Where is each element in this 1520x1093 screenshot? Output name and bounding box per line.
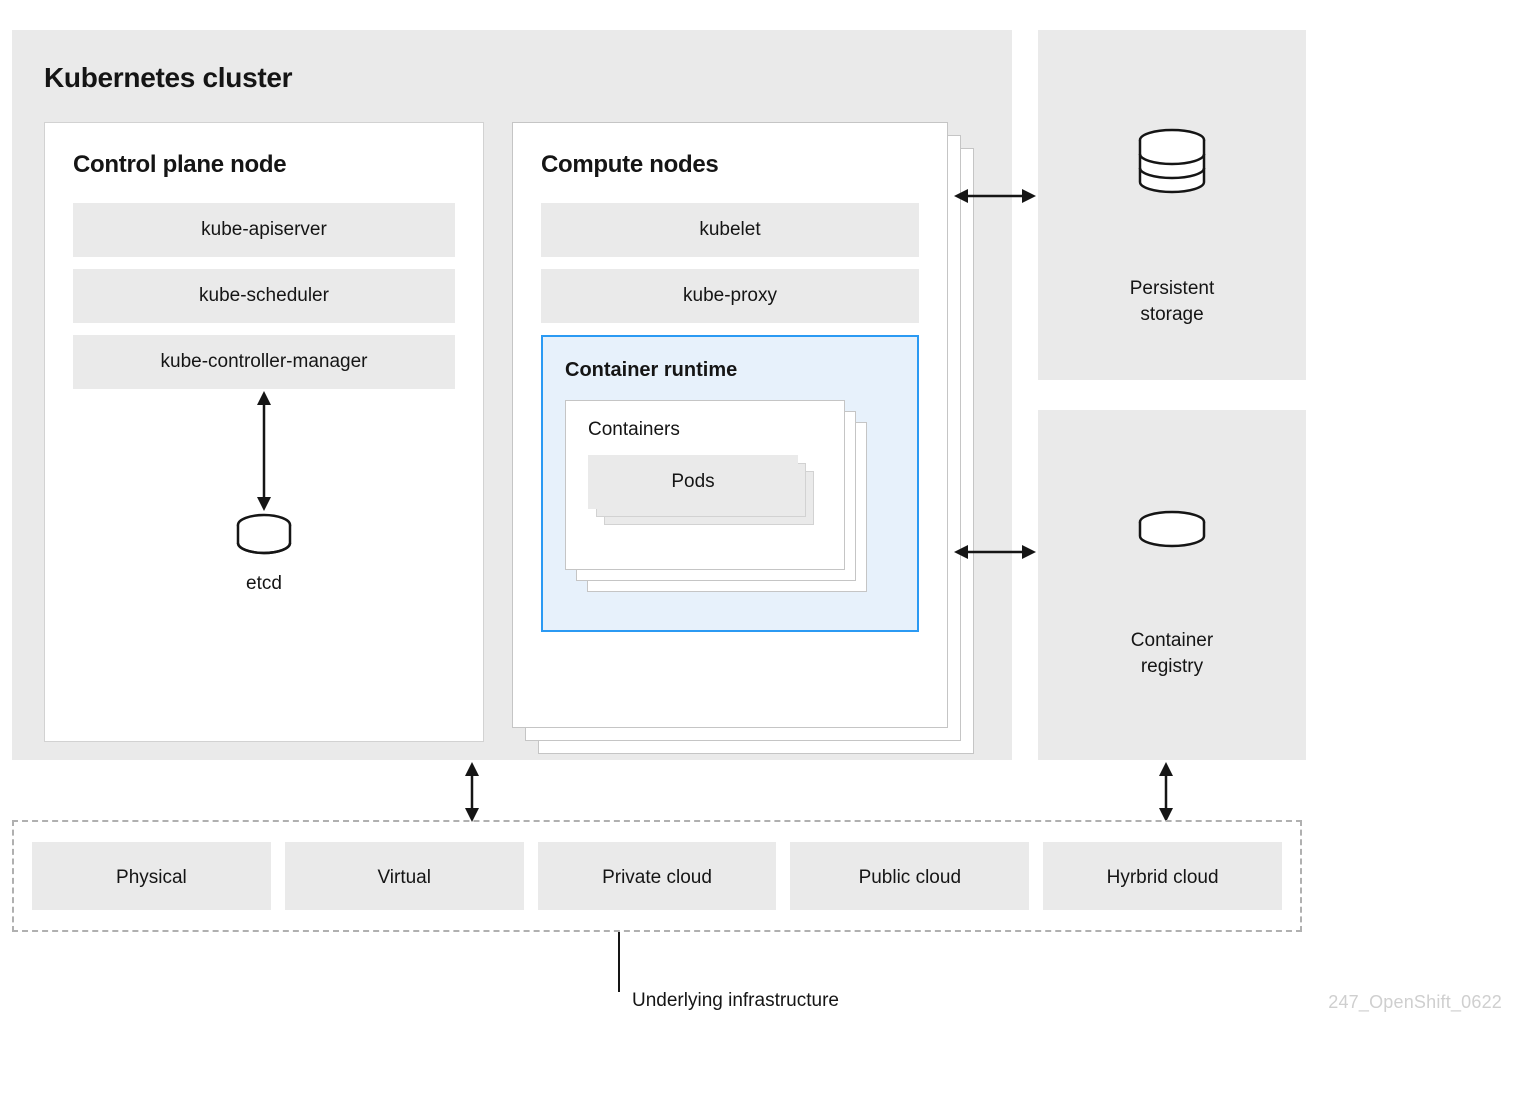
storage-label: Persistent storage <box>1038 276 1306 327</box>
infrastructure-box: Physical Virtual Private cloud Public cl… <box>12 820 1302 932</box>
database-icon <box>232 513 296 563</box>
infra-item: Public cloud <box>790 842 1029 910</box>
etcd-label: etcd <box>45 573 483 595</box>
watermark-text: 247_OpenShift_0622 <box>1328 992 1502 1013</box>
arrow-controlplane-etcd-icon <box>250 391 278 511</box>
compute-title: Compute nodes <box>541 151 919 179</box>
containers-title: Containers <box>588 419 826 441</box>
pods-stack: Pods <box>588 455 826 535</box>
storage-stack-icon <box>1130 128 1214 204</box>
panels-row: Control plane node kube-apiserver kube-s… <box>44 122 980 762</box>
pods-label: Pods <box>588 455 798 509</box>
containers-stack: Containers Pods <box>565 400 895 600</box>
control-plane-item: kube-apiserver <box>73 203 455 257</box>
containers-panel: Containers Pods <box>565 400 845 570</box>
runtime-title: Container runtime <box>565 359 895 382</box>
etcd-block: etcd <box>45 513 483 595</box>
disk-icon <box>1130 508 1214 556</box>
infra-leader-line-icon <box>612 932 626 992</box>
registry-label: Container registry <box>1038 628 1306 679</box>
compute-node-panel: Compute nodes kubelet kube-proxy Contain… <box>512 122 948 728</box>
control-plane-panel: Control plane node kube-apiserver kube-s… <box>44 122 484 742</box>
compute-nodes-stack: Compute nodes kubelet kube-proxy Contain… <box>512 122 980 762</box>
arrow-cluster-registry-icon <box>954 538 1036 566</box>
control-plane-item: kube-scheduler <box>73 269 455 323</box>
control-plane-item: kube-controller-manager <box>73 335 455 389</box>
infra-item: Virtual <box>285 842 524 910</box>
container-runtime-box: Container runtime Containers Pods <box>541 335 919 632</box>
compute-item: kube-proxy <box>541 269 919 323</box>
arrow-cluster-storage-icon <box>954 182 1036 210</box>
infra-item: Physical <box>32 842 271 910</box>
arrow-cluster-infra-icon <box>458 762 486 822</box>
container-registry-box: Container registry <box>1038 410 1306 760</box>
compute-item: kubelet <box>541 203 919 257</box>
control-plane-title: Control plane node <box>73 151 455 179</box>
persistent-storage-box: Persistent storage <box>1038 30 1306 380</box>
arrow-side-infra-icon <box>1152 762 1180 822</box>
diagram-root: Kubernetes cluster Control plane node ku… <box>12 30 1508 1070</box>
infra-item: Private cloud <box>538 842 777 910</box>
cluster-title: Kubernetes cluster <box>44 62 980 94</box>
infra-item: Hyrbrid cloud <box>1043 842 1282 910</box>
kubernetes-cluster-box: Kubernetes cluster Control plane node ku… <box>12 30 1012 760</box>
infra-caption: Underlying infrastructure <box>632 990 839 1012</box>
